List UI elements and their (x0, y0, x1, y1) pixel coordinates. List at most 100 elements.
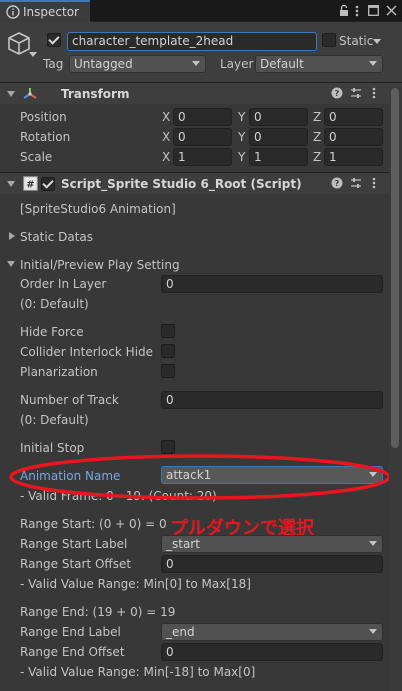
collider-checkbox[interactable] (161, 344, 175, 358)
planarization-checkbox[interactable] (161, 364, 175, 378)
fold-arrow-icon[interactable] (7, 261, 15, 267)
script-enabled-checkbox[interactable] (41, 177, 55, 191)
range-end-label-value: _end (166, 625, 195, 639)
scale-y-field[interactable]: 1 (249, 148, 308, 166)
position-y-field[interactable]: 0 (249, 108, 308, 126)
scale-label: Scale (20, 150, 53, 164)
static-dropdown-arrow[interactable] (373, 39, 381, 44)
help-icon[interactable]: ? (331, 87, 343, 99)
rotation-x-value: 0 (178, 130, 186, 144)
position-z-field[interactable]: 0 (324, 108, 383, 126)
range-start-offset-label: Range Start Offset (20, 557, 132, 571)
tab-title: Inspector (23, 5, 79, 19)
info-icon (6, 5, 20, 19)
scale-z-value: 1 (329, 150, 337, 164)
layer-label: Layer (220, 57, 254, 71)
range-end-offset-field[interactable]: 0 (161, 643, 383, 661)
animation-name-dropdown[interactable]: attack1 (161, 466, 383, 484)
order-field[interactable]: 0 (161, 275, 383, 293)
tab-inspector[interactable]: Inspector (0, 0, 90, 22)
initial-stop-checkbox[interactable] (161, 440, 175, 454)
initial-setting-foldout[interactable]: Initial/Preview Play Setting (20, 258, 180, 272)
scale-z-field[interactable]: 1 (324, 148, 383, 166)
object-name-text: character_template_2head (72, 34, 234, 48)
range-end-label-label: Range End Label (20, 625, 121, 639)
svg-text:#: # (26, 180, 34, 191)
icon-dropdown-arrow[interactable] (29, 52, 37, 57)
maximize-icon[interactable] (368, 5, 379, 16)
position-z-value: 0 (329, 110, 337, 124)
position-label: Position (20, 110, 67, 124)
scale-x-field[interactable]: 1 (173, 148, 232, 166)
hide-force-checkbox[interactable] (161, 324, 175, 338)
fold-arrow-icon[interactable] (9, 232, 15, 240)
anim-valid-frame: - Valid Frame: 0 - 19. (Count: 20) (20, 489, 217, 503)
axis-y-label: Y (238, 110, 246, 124)
transform-axes-icon (23, 88, 37, 99)
range-end-label-dropdown[interactable]: _end (161, 623, 383, 641)
range-start-label-dropdown[interactable]: _start (161, 535, 383, 553)
rotation-y-field[interactable]: 0 (249, 128, 308, 146)
position-x-field[interactable]: 0 (173, 108, 232, 126)
layer-dropdown[interactable]: Default (255, 55, 383, 73)
scale-x-value: 1 (178, 150, 186, 164)
range-end-offset-label: Range End Offset (20, 645, 125, 659)
help-icon[interactable]: ? (331, 177, 343, 189)
transform-header[interactable]: Transform ? (0, 82, 402, 104)
script-subtitle: [SpriteStudio6 Animation] (20, 202, 176, 216)
close-icon[interactable] (386, 5, 397, 16)
order-label: Order In Layer (20, 277, 107, 291)
kebab-menu-icon[interactable] (355, 4, 359, 18)
animation-name-label: Animation Name (20, 469, 121, 483)
script-title: Script_Sprite Studio 6_Root (Script) (61, 177, 302, 191)
axis-z-label: Z (313, 110, 322, 124)
rotation-z-field[interactable]: 0 (324, 128, 383, 146)
scrollbar-thumb[interactable] (391, 88, 399, 448)
lock-icon[interactable] (339, 5, 349, 17)
axis-x-label: X (162, 150, 171, 164)
hide-force-label: Hide Force (20, 325, 84, 339)
range-start-label-label: Range Start Label (20, 537, 128, 551)
svg-text:?: ? (335, 179, 340, 188)
rotation-y-value: 0 (254, 130, 262, 144)
collider-label: Collider Interlock Hide (20, 345, 154, 359)
fold-arrow-icon[interactable] (7, 181, 15, 187)
active-checkbox[interactable] (47, 33, 61, 47)
static-checkbox[interactable] (322, 33, 336, 47)
track-value: 0 (166, 393, 174, 407)
axis-y-label: Y (238, 150, 246, 164)
rotation-label: Rotation (20, 130, 71, 144)
order-default-note: (0: Default) (20, 297, 89, 311)
tag-dropdown[interactable]: Untagged (69, 55, 206, 73)
range-start-valid: - Valid Value Range: Min[0] to Max[18] (20, 577, 251, 591)
kebab-menu-icon[interactable] (372, 176, 376, 190)
tab-bar: Inspector (0, 0, 402, 22)
range-start-offset-field[interactable]: 0 (161, 555, 383, 573)
chevron-down-icon (192, 61, 200, 66)
object-name-field[interactable]: character_template_2head (67, 32, 317, 51)
static-datas-foldout[interactable]: Static Datas (20, 230, 93, 244)
chevron-down-icon (369, 61, 377, 66)
presets-icon[interactable] (350, 87, 362, 99)
chevron-down-icon (369, 629, 377, 634)
scale-y-value: 1 (254, 150, 262, 164)
animation-name-value: attack1 (166, 468, 212, 482)
axis-y-label: Y (238, 130, 246, 144)
fold-arrow-icon[interactable] (7, 91, 15, 97)
order-value: 0 (166, 277, 174, 291)
range-end-offset-value: 0 (166, 645, 174, 659)
tag-label: Tag (43, 57, 64, 71)
rotation-x-field[interactable]: 0 (173, 128, 232, 146)
kebab-menu-icon[interactable] (372, 86, 376, 100)
axis-z-label: Z (313, 150, 322, 164)
csharp-script-icon: # (23, 176, 38, 191)
position-y-value: 0 (254, 110, 262, 124)
presets-icon[interactable] (350, 177, 362, 189)
rotation-z-value: 0 (329, 130, 337, 144)
script-header[interactable]: # Script_Sprite Studio 6_Root (Script) ? (0, 172, 402, 194)
track-field[interactable]: 0 (161, 391, 383, 409)
static-label: Static (339, 34, 374, 48)
range-start-summary: Range Start: (0 + 0) = 0 (20, 517, 167, 531)
range-start-offset-value: 0 (166, 557, 174, 571)
planarization-label: Planarization (20, 365, 98, 379)
